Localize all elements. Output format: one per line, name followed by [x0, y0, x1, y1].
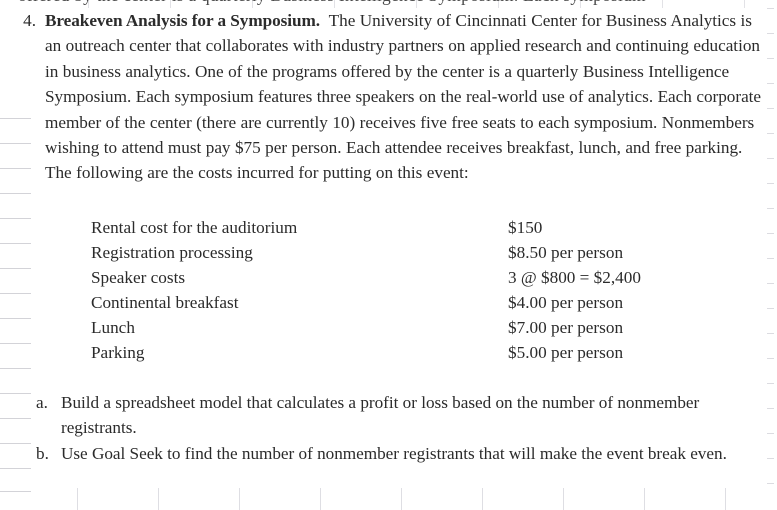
table-row: Lunch $7.00 per person — [91, 316, 731, 341]
subitem-text: Use Goal Seek to find the number of nonm… — [61, 443, 727, 463]
cost-label: Rental cost for the auditorium — [91, 218, 298, 237]
table-row: Parking $5.00 per person — [91, 341, 731, 366]
table-row: Rental cost for the auditorium $150 — [91, 216, 731, 241]
problem-block: 4. Breakeven Analysis for a Symposium. T… — [14, 8, 764, 186]
problem-body: Breakeven Analysis for a Symposium. The … — [36, 8, 764, 186]
list-item: a. Build a spreadsheet model that calcul… — [36, 390, 756, 441]
cost-label: Lunch — [91, 318, 135, 337]
cost-value: $4.00 per person — [508, 293, 624, 312]
cost-value: $5.00 per person — [508, 343, 624, 362]
cost-label: Speaker costs — [91, 268, 186, 287]
list-item: b. Use Goal Seek to find the number of n… — [36, 441, 756, 466]
cost-label: Registration processing — [91, 243, 253, 262]
cost-value: 3 @ $800 = $2,400 — [508, 268, 641, 287]
table-row: Speaker costs 3 @ $800 = $2,400 — [91, 266, 731, 291]
subitem-marker: a. — [36, 393, 48, 412]
subitem-text: Build a spreadsheet model that calculate… — [61, 393, 700, 438]
table-row: Continental breakfast $4.00 per person — [91, 291, 731, 316]
problem-row: 4. Breakeven Analysis for a Symposium. T… — [14, 8, 764, 186]
problem-title: Breakeven Analysis for a Symposium. — [45, 11, 321, 30]
cost-value: $8.50 per person — [508, 243, 624, 262]
cost-label: Parking — [91, 343, 145, 362]
document-page: offered by the center is a quarterly Bus… — [0, 0, 777, 510]
cost-label: Continental breakfast — [91, 293, 239, 312]
cost-value: $150 — [508, 218, 543, 237]
page-content: 4. Breakeven Analysis for a Symposium. T… — [0, 0, 777, 510]
subitem-list: a. Build a spreadsheet model that calcul… — [36, 390, 756, 466]
cost-table: Rental cost for the auditorium $150 Regi… — [91, 216, 731, 366]
cost-value: $7.00 per person — [508, 318, 624, 337]
problem-description: The University of Cincinnati Center for … — [45, 11, 762, 183]
problem-number: 4. — [23, 11, 36, 30]
subitem-marker: b. — [36, 443, 49, 463]
table-row: Registration processing $8.50 per person — [91, 241, 731, 266]
